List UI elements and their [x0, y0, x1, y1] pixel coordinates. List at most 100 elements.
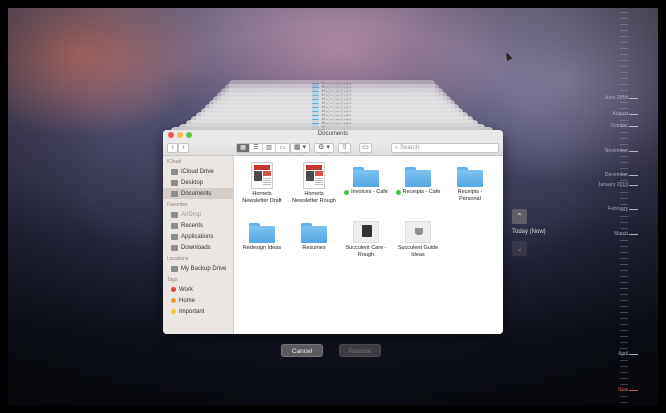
toolbar: ‹ › ▦ ☰ ▥ ▭ ▦ ▾ ⚙ ▾ ⇧ ▭ ⌕ Search: [163, 140, 503, 156]
timeline-tick: [620, 60, 628, 61]
timeline-marker: [629, 209, 638, 210]
timeline-tick: [620, 72, 628, 73]
cancel-button[interactable]: Cancel: [281, 344, 323, 357]
sidebar-item-my-backup-drive[interactable]: My Backup Drive: [163, 263, 233, 274]
timeline-tick: [620, 66, 628, 67]
search-input[interactable]: ⌕ Search: [391, 143, 499, 153]
timeline-marker: [629, 114, 638, 115]
sidebar-item-downloads[interactable]: Downloads: [163, 242, 233, 253]
sidebar-item-home[interactable]: Home: [163, 295, 233, 306]
search-placeholder: Search: [400, 145, 420, 151]
timeline-label[interactable]: March: [614, 231, 628, 237]
timeline-label[interactable]: Now: [618, 387, 628, 393]
back-button[interactable]: ‹: [167, 143, 178, 153]
timeline-tick: [620, 90, 628, 91]
timeline-label[interactable]: April: [618, 351, 628, 357]
file-item[interactable]: Redesign Ideas: [234, 218, 290, 252]
file-item[interactable]: Receipts - Personal: [442, 162, 498, 203]
finder-window[interactable]: Documents ‹ › ▦ ☰ ▥ ▭ ▦ ▾ ⚙ ▾ ⇧ ▭ ⌕ Sear…: [163, 130, 503, 334]
file-item[interactable]: Succulent Care - Rough: [338, 218, 394, 259]
timeline-tick: [620, 300, 628, 301]
timeline-label[interactable]: November: [605, 148, 628, 154]
timeline-tick: [620, 144, 628, 145]
cloud-icon: [171, 168, 178, 175]
timeline-label[interactable]: December: [605, 172, 628, 178]
timeline-tick: [620, 366, 628, 367]
sidebar-item-recents[interactable]: Recents: [163, 220, 233, 231]
share-icon[interactable]: ⇧: [338, 143, 351, 153]
sidebar-item-label: My Backup Drive: [181, 265, 227, 272]
doc-text-line: [315, 178, 323, 179]
tag-color-dot: [395, 190, 401, 195]
timeline-label[interactable]: February: [608, 206, 628, 212]
timeline-label[interactable]: January 2019: [598, 182, 628, 188]
view-switcher[interactable]: ▦ ☰ ▥ ▭: [236, 143, 290, 153]
list-view-icon[interactable]: ☰: [250, 144, 263, 152]
timeline-label[interactable]: October: [610, 123, 628, 129]
timeline-tick: [620, 318, 628, 319]
timeline-marker: [629, 175, 638, 176]
timeline-tick: [620, 258, 628, 259]
next-version-arrow-icon[interactable]: ⌄: [512, 241, 527, 256]
file-item[interactable]: Hornets Newsletter Draft: [234, 162, 290, 205]
action-button[interactable]: ⚙ ▾: [314, 143, 334, 153]
timeline-tick: [620, 216, 628, 217]
timeline-tick: [620, 288, 628, 289]
file-name: Hornets Newsletter Draft: [242, 191, 282, 204]
title-bar[interactable]: Documents: [163, 130, 503, 140]
sidebar-item-label: AirDrop: [181, 211, 202, 218]
sidebar-item-documents[interactable]: Documents: [163, 188, 233, 199]
timeline-tick: [620, 252, 628, 253]
timeline-marker: [629, 98, 638, 99]
timeline-marker: [629, 151, 638, 152]
timeline-tick: [620, 24, 628, 25]
file-item[interactable]: Receipts - Cafe: [390, 162, 446, 196]
doc-photo: [306, 171, 314, 181]
forward-button[interactable]: ›: [178, 143, 189, 153]
tag-color-dot: [171, 287, 176, 292]
sidebar-section-header: iCloud: [167, 159, 182, 165]
timeline-label[interactable]: June 2018: [605, 95, 628, 101]
file-item[interactable]: Hornets Newsletter Rough: [286, 162, 342, 205]
restore-button[interactable]: Restore: [339, 344, 381, 357]
newsletter-document-icon: [303, 162, 325, 189]
timeline-marker: [629, 354, 638, 355]
sidebar-item-important[interactable]: Important: [163, 306, 233, 317]
icon-view-icon[interactable]: ▦: [237, 144, 250, 152]
timeline[interactable]: June 2018 August October November December Ja…: [598, 8, 650, 405]
timeline-tick: [620, 36, 628, 37]
file-label: Hornets Newsletter Rough: [286, 191, 342, 205]
sidebar: iCloud iCloud Drive Desktop Documents Favori…: [163, 156, 234, 334]
timeline-tick: [620, 138, 628, 139]
sidebar-item-icloud-drive[interactable]: iCloud Drive: [163, 166, 233, 177]
image-thumbnail-icon: [353, 221, 379, 243]
drive-icon: [171, 265, 178, 272]
sidebar-item-desktop[interactable]: Desktop: [163, 177, 233, 188]
doc-text-line: [263, 178, 271, 179]
sidebar-item-label: Desktop: [181, 179, 204, 186]
timeline-tick: [620, 348, 628, 349]
file-label: Receipts - Cafe: [390, 189, 446, 196]
tag-icon[interactable]: ▭: [359, 143, 372, 153]
folder-body: [249, 226, 275, 243]
gallery-view-icon[interactable]: ▭: [276, 144, 289, 152]
file-name: Resumes: [302, 245, 326, 251]
timeline-tick: [620, 312, 628, 313]
timeline-tick: [620, 276, 628, 277]
file-name: Receipts - Cafe: [402, 189, 441, 195]
file-item[interactable]: Invoices - Cafe: [338, 162, 394, 196]
file-item[interactable]: Resumes: [286, 218, 342, 252]
doc-header-band: [254, 165, 270, 170]
previous-version-arrow-icon[interactable]: ⌃: [512, 209, 527, 224]
timeline-tick: [620, 156, 628, 157]
sidebar-item-airdrop[interactable]: AirDrop: [163, 209, 233, 220]
sidebar-item-work[interactable]: Work: [163, 284, 233, 295]
sidebar-item-applications[interactable]: Applications: [163, 231, 233, 242]
newsletter-document-icon: [251, 162, 273, 189]
timeline-label[interactable]: August: [612, 111, 628, 117]
file-label: Hornets Newsletter Draft: [234, 191, 290, 205]
column-view-icon[interactable]: ▥: [263, 144, 276, 152]
arrange-button[interactable]: ▦ ▾: [290, 143, 310, 153]
sidebar-item-label: Recents: [181, 222, 204, 229]
file-item[interactable]: Succulent Guide Ideas: [390, 218, 446, 259]
